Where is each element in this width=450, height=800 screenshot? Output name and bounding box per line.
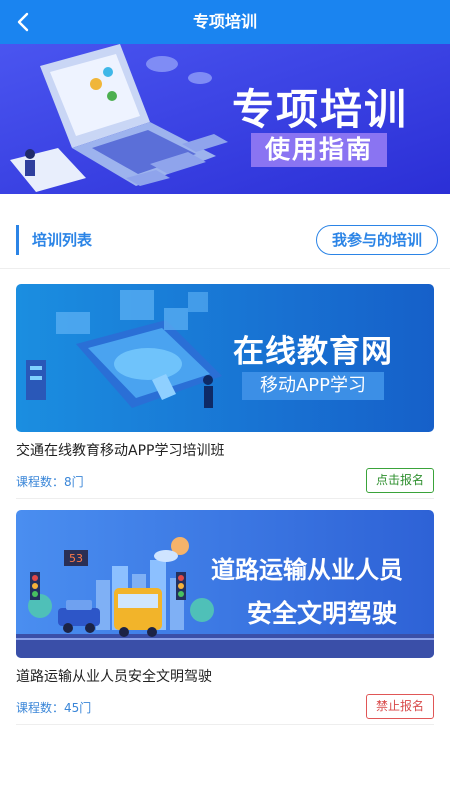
enroll-disabled-button[interactable]: 禁止报名 bbox=[366, 694, 434, 719]
enroll-button[interactable]: 点击报名 bbox=[366, 468, 434, 493]
hero-title: 专项培训 bbox=[231, 85, 408, 134]
course-name[interactable]: 道路运输从业人员安全文明驾驶 bbox=[16, 666, 434, 686]
section-title: 培训列表 bbox=[32, 231, 93, 249]
course-count: 课程数：8门 bbox=[16, 475, 84, 489]
speed-sign-number: 53 bbox=[69, 552, 83, 565]
hero-subtitle: 使用指南 bbox=[251, 133, 387, 167]
banner-title: 道路运输从业人员 bbox=[211, 556, 403, 584]
my-trainings-button[interactable]: 我参与的培训 bbox=[316, 225, 438, 255]
banner-subtitle: 安全文明驾驶 bbox=[246, 599, 397, 628]
course-banner[interactable]: 53 道路运输从业人员 安全文明驾驶 bbox=[16, 510, 434, 658]
section-accent-bar bbox=[16, 225, 19, 255]
hero-banner: 专项培训 使用指南 bbox=[0, 44, 450, 194]
page-title: 专项培训 bbox=[192, 12, 257, 31]
course-name[interactable]: 交通在线教育移动APP学习培训班 bbox=[16, 440, 434, 460]
divider bbox=[16, 724, 434, 725]
divider bbox=[16, 498, 434, 499]
banner-subtitle: 移动APP学习 bbox=[242, 372, 384, 400]
course-count: 课程数：45门 bbox=[16, 701, 92, 715]
training-list-header: 培训列表 我参与的培训 bbox=[0, 213, 450, 269]
top-nav-bar: 专项培训 bbox=[0, 0, 450, 44]
banner-title: 在线教育网 bbox=[233, 334, 393, 370]
course-banner[interactable]: 在线教育网 移动APP学习 bbox=[16, 284, 434, 432]
